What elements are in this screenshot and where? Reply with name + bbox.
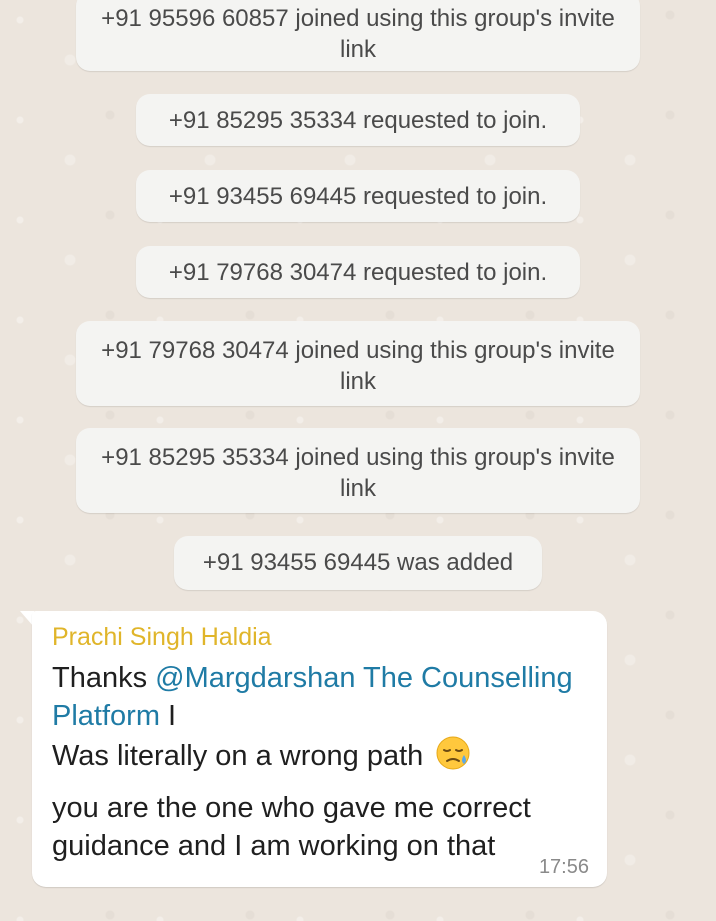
system-message-text: +91 85295 35334 requested to join. — [168, 107, 548, 134]
system-message: +91 85295 35334 joined using this group'… — [76, 428, 640, 513]
system-message-text: +91 95596 60857 joined using this group'… — [101, 5, 615, 63]
system-message: +91 85295 35334 requested to join. — [136, 94, 580, 146]
message-text-after-mention: I — [159, 700, 177, 732]
message-bubble[interactable]: Prachi Singh Haldia Thanks @Margdarshan … — [32, 611, 607, 887]
system-message-text: +91 85295 35334 joined using this group'… — [101, 444, 615, 502]
message-timestamp: 17:56 — [538, 856, 589, 878]
sender-name[interactable]: Prachi Singh Haldia — [52, 621, 587, 653]
message-line-text: Was literally on a wrong path — [52, 740, 424, 772]
system-message-text: +91 93455 69445 requested to join. — [168, 183, 548, 210]
system-message: +91 79768 30474 requested to join. — [136, 246, 580, 298]
system-message-text: +91 79768 30474 joined using this group'… — [101, 337, 615, 395]
sad-relieved-face-icon — [435, 735, 471, 781]
message-text-before-mention: Thanks — [52, 662, 156, 694]
system-message: +91 95596 60857 joined using this group'… — [76, 0, 640, 71]
message-text: Thanks @Margdarshan The Counselling Plat… — [52, 659, 587, 865]
system-message: +91 93455 69445 was added — [174, 536, 542, 590]
message-line: Was literally on a wrong path — [52, 735, 587, 781]
system-message-text: +91 79768 30474 requested to join. — [168, 259, 548, 286]
system-message: +91 93455 69445 requested to join. — [136, 170, 580, 222]
system-message: +91 79768 30474 joined using this group'… — [76, 321, 640, 406]
message-line: you are the one who gave me correct guid… — [52, 792, 531, 862]
system-message-text: +91 93455 69445 was added — [202, 549, 514, 576]
